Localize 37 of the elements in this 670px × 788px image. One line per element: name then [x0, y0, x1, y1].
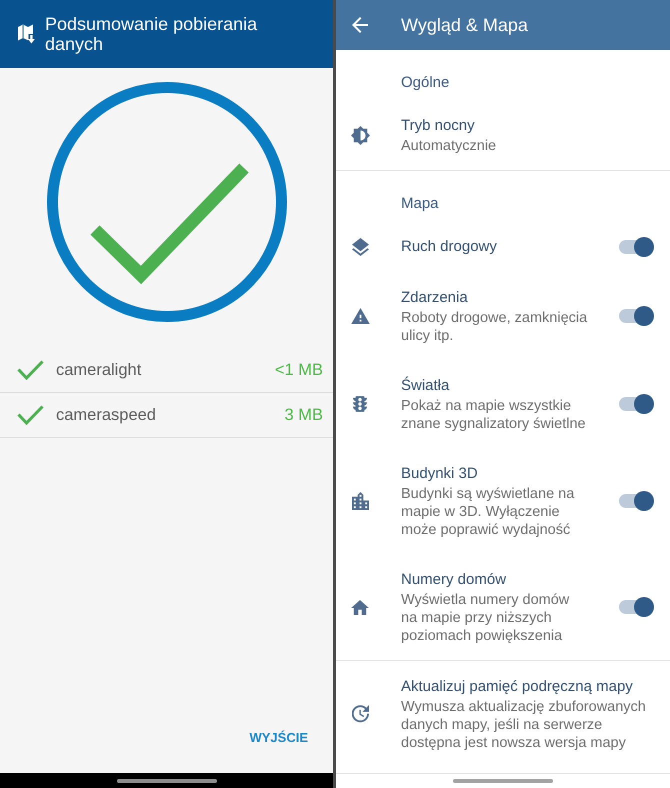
toggle-switch[interactable] — [618, 491, 654, 511]
layers-icon — [352, 238, 368, 256]
setting-title: Światła — [401, 376, 450, 396]
traffic-light-icon — [353, 396, 367, 412]
warning-icon — [350, 308, 370, 324]
file-name: cameralight — [56, 360, 142, 380]
toggle-switch[interactable] — [618, 394, 654, 414]
setting-description: Roboty drogowe, zamknięcia ulicy itp. — [401, 308, 588, 344]
setting-title: Zdarzenia — [401, 288, 469, 308]
file-name: cameraspeed — [56, 406, 157, 424]
setting-description: Automatycznie — [401, 136, 498, 154]
home-icon — [351, 600, 369, 614]
setting-title: Aktualizuj pamięć podręczną mapy — [401, 676, 634, 696]
brightness-icon — [350, 126, 370, 144]
refresh-clock-icon — [352, 705, 368, 723]
setting-description: Wyświetla numery domów na mapie przy niższych poziomach powiększenia — [401, 590, 570, 644]
check-circle-icon — [46, 82, 286, 322]
setting-description: Budynki są wyświetlane na mapie w 3D. Wyłączenie może poprawić wydajność — [401, 484, 576, 538]
back-arrow-icon[interactable] — [352, 17, 368, 33]
setting-title: Ruch drogowy — [401, 236, 498, 256]
section-header: Mapa — [401, 194, 439, 214]
file-size: <1 MB — [274, 360, 323, 380]
section-header: Ogólne — [401, 73, 450, 93]
exit-button[interactable]: WYJŚCIE — [239, 719, 318, 755]
file-size: 3 MB — [284, 406, 323, 424]
screen-title: Podsumowanie pobierania danych — [45, 14, 258, 54]
toggle-switch[interactable] — [618, 306, 654, 326]
setting-description: Pokaż na mapie wszystkie znane sygnalizatory świetlne — [401, 396, 587, 432]
toggle-switch[interactable] — [618, 236, 654, 256]
setting-title: Tryb nocny — [401, 116, 476, 136]
screen-title: Wygląd & Mapa — [401, 14, 528, 36]
toggle-switch[interactable] — [618, 597, 654, 617]
buildings-icon — [352, 492, 368, 510]
map-download-icon — [18, 24, 35, 44]
setting-description: Wymusza aktualizację zbuforowanych danych mapy, jeśli na serwerze dostępna jest nowsza wersja mapy — [401, 698, 647, 752]
setting-title: Budynki 3D — [401, 464, 479, 484]
setting-title: Numery domów — [401, 570, 508, 590]
